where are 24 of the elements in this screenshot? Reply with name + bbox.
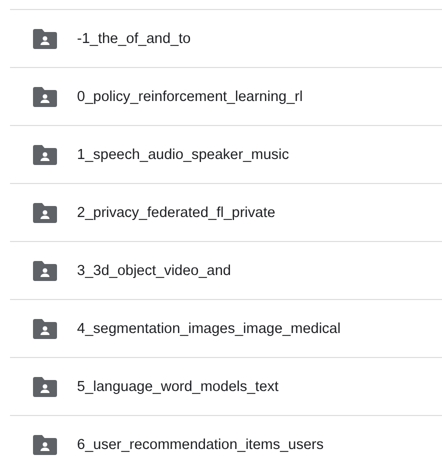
folder-item[interactable]: 1_speech_audio_speaker_music xyxy=(10,125,442,183)
folder-name: 0_policy_reinforcement_learning_rl xyxy=(77,88,303,104)
shared-folder-icon xyxy=(33,28,57,48)
folder-name: -1_the_of_and_to xyxy=(77,30,191,46)
shared-folder-icon xyxy=(33,144,57,164)
folder-name: 2_privacy_federated_fl_private xyxy=(77,204,276,220)
folder-name: 3_3d_object_video_and xyxy=(77,262,231,278)
shared-folder-icon xyxy=(33,434,57,454)
folder-item[interactable]: 5_language_word_models_text xyxy=(10,357,442,415)
folder-item[interactable]: 3_3d_object_video_and xyxy=(10,241,442,299)
shared-folder-icon xyxy=(33,376,57,396)
folder-name: 5_language_word_models_text xyxy=(77,378,279,394)
folder-item[interactable]: 2_privacy_federated_fl_private xyxy=(10,183,442,241)
shared-folder-icon xyxy=(33,202,57,222)
shared-folder-icon xyxy=(33,318,57,338)
shared-folder-icon xyxy=(33,86,57,106)
folder-name: 1_speech_audio_speaker_music xyxy=(77,146,290,162)
folder-name: 6_user_recommendation_items_users xyxy=(77,436,324,452)
folder-item[interactable]: 6_user_recommendation_items_users xyxy=(10,415,442,473)
folder-name: 4_segmentation_images_image_medical xyxy=(77,320,341,336)
folder-item[interactable]: -1_the_of_and_to xyxy=(10,9,442,67)
folder-item[interactable]: 4_segmentation_images_image_medical xyxy=(10,299,442,357)
folder-item[interactable]: 0_policy_reinforcement_learning_rl xyxy=(10,67,442,125)
shared-folder-icon xyxy=(33,260,57,280)
